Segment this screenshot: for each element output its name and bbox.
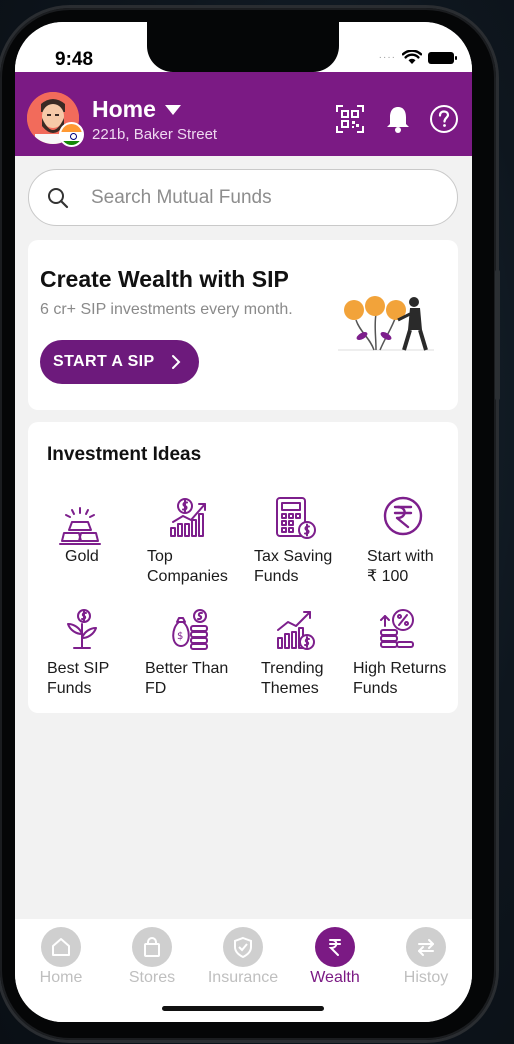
idea-gold[interactable]: Gold — [40, 496, 144, 596]
investment-ideas-card: Investment Ideas Gold Top Companies Tax … — [28, 422, 458, 713]
idea-high-returns[interactable]: High Returns Funds — [350, 608, 454, 708]
idea-top-companies[interactable]: Top Companies — [145, 496, 249, 596]
notification-bell-icon[interactable] — [383, 104, 413, 134]
sip-card-subtitle: 6 cr+ SIP investments every month. — [40, 301, 293, 318]
idea-tax-saving[interactable]: Tax Saving Funds — [250, 496, 354, 596]
phone-screen: 9:48 ···· Home 221b, Baker Street Search… — [15, 22, 472, 1022]
sip-promo-card: Create Wealth with SIP 6 cr+ SIP investm… — [28, 240, 458, 410]
calculator-icon — [276, 497, 316, 539]
tab-stores[interactable]: Stores — [116, 927, 188, 991]
idea-top-companies-label-2: Companies — [147, 568, 228, 585]
money-bag-icon: $ — [172, 609, 208, 650]
percent-coins-icon — [380, 609, 414, 648]
shopping-bag-icon — [132, 927, 172, 967]
idea-high-returns-label-1: High Returns — [353, 660, 447, 677]
tab-home-label: Home — [39, 969, 83, 986]
rupee-icon — [315, 927, 355, 967]
home-icon — [41, 927, 81, 967]
search-icon — [48, 188, 69, 209]
chevron-right-icon — [171, 355, 181, 369]
tab-home[interactable]: Home — [25, 927, 97, 991]
svg-text:$: $ — [177, 631, 183, 642]
start-sip-button[interactable]: START A SIP — [40, 340, 199, 384]
status-time: 9:48 — [55, 49, 94, 70]
idea-better-than-fd-label-2: FD — [145, 680, 167, 697]
search-input[interactable] — [91, 170, 441, 225]
idea-high-returns-label-2: Funds — [353, 680, 398, 697]
swap-arrows-icon — [406, 927, 446, 967]
tab-wealth-label: Wealth — [310, 969, 360, 986]
chevron-down-icon — [164, 104, 181, 115]
search-bar[interactable] — [28, 169, 458, 226]
money-plant-icon — [67, 609, 97, 649]
battery-icon — [428, 51, 457, 64]
tab-wealth[interactable]: Wealth — [299, 927, 371, 991]
idea-tax-saving-label-1: Tax Saving — [254, 548, 333, 565]
money-plant-illustration — [338, 296, 434, 351]
growth-chart-icon — [170, 498, 206, 537]
tab-history-label: Histoy — [403, 969, 449, 986]
tab-insurance[interactable]: Insurance — [206, 927, 280, 991]
gold-bars-icon — [59, 507, 101, 545]
wifi-icon — [402, 50, 422, 64]
side-button — [495, 270, 500, 400]
shield-icon — [223, 927, 263, 967]
app-header: Home 221b, Baker Street — [15, 72, 472, 156]
idea-better-than-fd[interactable]: $ Better Than FD — [145, 608, 249, 708]
idea-start-with-label-1: Start with — [367, 548, 434, 565]
location-selector[interactable]: Home — [92, 96, 182, 123]
idea-trending-themes[interactable]: Trending Themes — [250, 608, 354, 708]
start-sip-label: START A SIP — [53, 353, 155, 370]
idea-trending-themes-label-1: Trending — [261, 660, 324, 677]
idea-best-sip[interactable]: Best SIP Funds — [40, 608, 144, 708]
cellular-signal-icon: ···· — [378, 52, 396, 63]
investment-ideas-title: Investment Ideas — [47, 444, 202, 465]
idea-start-with-label-2: ₹ 100 — [367, 568, 409, 585]
qr-scan-icon[interactable] — [335, 104, 365, 134]
rupee-circle-icon — [383, 496, 423, 536]
india-flag-icon — [59, 122, 84, 147]
idea-trending-themes-label-2: Themes — [261, 680, 319, 697]
status-bar: 9:48 ···· — [15, 22, 472, 72]
help-icon[interactable] — [429, 104, 459, 134]
tab-stores-label: Stores — [128, 969, 176, 986]
home-indicator — [162, 1006, 324, 1011]
tab-history[interactable]: Histoy — [390, 927, 462, 991]
status-icons: ···· — [378, 50, 457, 65]
location-title: Home — [92, 96, 156, 122]
camera-notch — [147, 22, 339, 72]
idea-better-than-fd-label-1: Better Than — [145, 660, 229, 677]
trending-chart-icon — [277, 611, 315, 650]
idea-best-sip-label-1: Best SIP — [47, 660, 110, 677]
location-subtitle: 221b, Baker Street — [92, 126, 218, 143]
idea-top-companies-label-1: Top — [147, 548, 173, 565]
idea-tax-saving-label-2: Funds — [254, 568, 299, 585]
sip-card-title: Create Wealth with SIP — [40, 266, 289, 292]
idea-gold-label: Gold — [65, 548, 99, 565]
idea-best-sip-label-2: Funds — [47, 680, 92, 697]
idea-start-with-100[interactable]: Start with ₹ 100 — [355, 496, 459, 596]
tab-insurance-label: Insurance — [207, 969, 279, 986]
